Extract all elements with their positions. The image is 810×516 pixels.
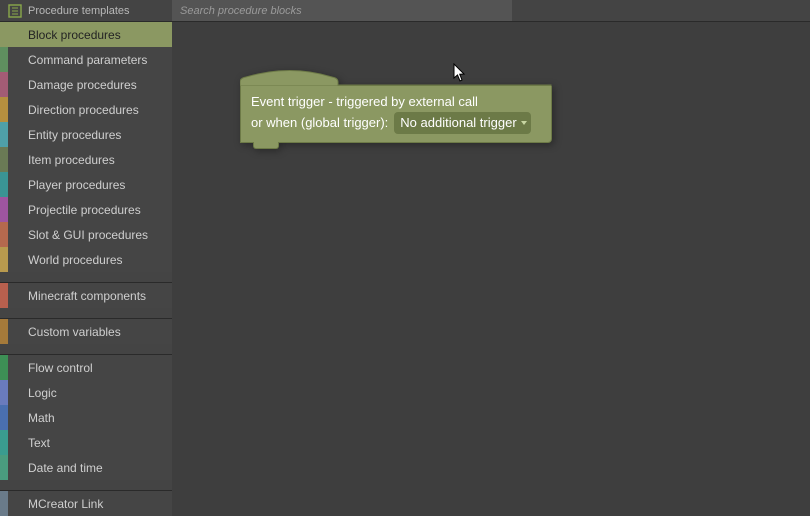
sidebar-item-label: Minecraft components	[8, 289, 146, 303]
sidebar-item[interactable]: Command parameters	[0, 47, 172, 72]
block-text-line2: or when (global trigger):	[251, 113, 388, 133]
sidebar-item-label: Flow control	[8, 361, 93, 375]
sidebar-item-label: Logic	[8, 386, 57, 400]
event-trigger-block[interactable]: Event trigger - triggered by external ca…	[240, 68, 552, 143]
category-color-stripe	[0, 122, 8, 147]
blockly-canvas[interactable]: Event trigger - triggered by external ca…	[172, 22, 810, 509]
sidebar-item[interactable]: Custom variables	[0, 319, 172, 344]
sidebar-item-label: Direction procedures	[8, 103, 139, 117]
procedure-templates-button[interactable]: Procedure templates	[0, 0, 172, 21]
sidebar-item[interactable]: Block procedures	[0, 22, 172, 47]
sidebar-item[interactable]: Math	[0, 405, 172, 430]
category-color-stripe	[0, 222, 8, 247]
category-color-stripe	[0, 491, 8, 516]
category-color-stripe	[0, 455, 8, 480]
search-input[interactable]	[172, 0, 512, 21]
trigger-dropdown-value: No additional trigger	[400, 113, 516, 133]
sidebar-item-label: Item procedures	[8, 153, 115, 167]
category-color-stripe	[0, 283, 8, 308]
category-color-stripe	[0, 72, 8, 97]
sidebar-item[interactable]: World procedures	[0, 247, 172, 272]
sidebar-item-label: Text	[8, 436, 50, 450]
template-icon	[8, 4, 22, 18]
category-color-stripe	[0, 247, 8, 272]
sidebar-item[interactable]: MCreator Link	[0, 491, 172, 516]
block-text-line1: Event trigger - triggered by external ca…	[251, 92, 541, 112]
sidebar-item[interactable]: Text	[0, 430, 172, 455]
block-hat	[240, 68, 552, 86]
sidebar-item[interactable]: Entity procedures	[0, 122, 172, 147]
category-color-stripe	[0, 97, 8, 122]
sidebar-item-label: Date and time	[8, 461, 103, 475]
sidebar-item[interactable]: Flow control	[0, 355, 172, 380]
category-color-stripe	[0, 430, 8, 455]
sidebar-item[interactable]: Logic	[0, 380, 172, 405]
category-color-stripe	[0, 172, 8, 197]
category-color-stripe	[0, 319, 8, 344]
sidebar-item[interactable]: Damage procedures	[0, 72, 172, 97]
sidebar-item[interactable]: Slot & GUI procedures	[0, 222, 172, 247]
trigger-dropdown[interactable]: No additional trigger	[394, 112, 530, 134]
sidebar-item-label: Custom variables	[8, 325, 121, 339]
category-sidebar: Block procedures Command parameters Damage…	[0, 22, 172, 516]
sidebar-item-label: Damage procedures	[8, 78, 137, 92]
sidebar-item-label: Block procedures	[8, 28, 121, 42]
sidebar-item-label: MCreator Link	[8, 497, 103, 511]
category-color-stripe	[0, 405, 8, 430]
category-color-stripe	[0, 355, 8, 380]
sidebar-item-label: Player procedures	[8, 178, 125, 192]
category-color-stripe	[0, 380, 8, 405]
sidebar-item-label: Entity procedures	[8, 128, 121, 142]
category-color-stripe	[0, 147, 8, 172]
block-connector-notch	[253, 142, 279, 149]
sidebar-item-label: Slot & GUI procedures	[8, 228, 148, 242]
category-color-stripe	[0, 22, 8, 47]
sidebar-item[interactable]: Player procedures	[0, 172, 172, 197]
category-color-stripe	[0, 197, 8, 222]
sidebar-item-label: World procedures	[8, 253, 123, 267]
category-color-stripe	[0, 47, 8, 72]
sidebar-item-label: Projectile procedures	[8, 203, 141, 217]
sidebar-item[interactable]: Projectile procedures	[0, 197, 172, 222]
sidebar-item-label: Command parameters	[8, 53, 147, 67]
sidebar-item[interactable]: Direction procedures	[0, 97, 172, 122]
sidebar-item[interactable]: Item procedures	[0, 147, 172, 172]
sidebar-item[interactable]: Date and time	[0, 455, 172, 480]
sidebar-item[interactable]: Minecraft components	[0, 283, 172, 308]
procedure-templates-label: Procedure templates	[28, 5, 130, 17]
sidebar-item-label: Math	[8, 411, 55, 425]
